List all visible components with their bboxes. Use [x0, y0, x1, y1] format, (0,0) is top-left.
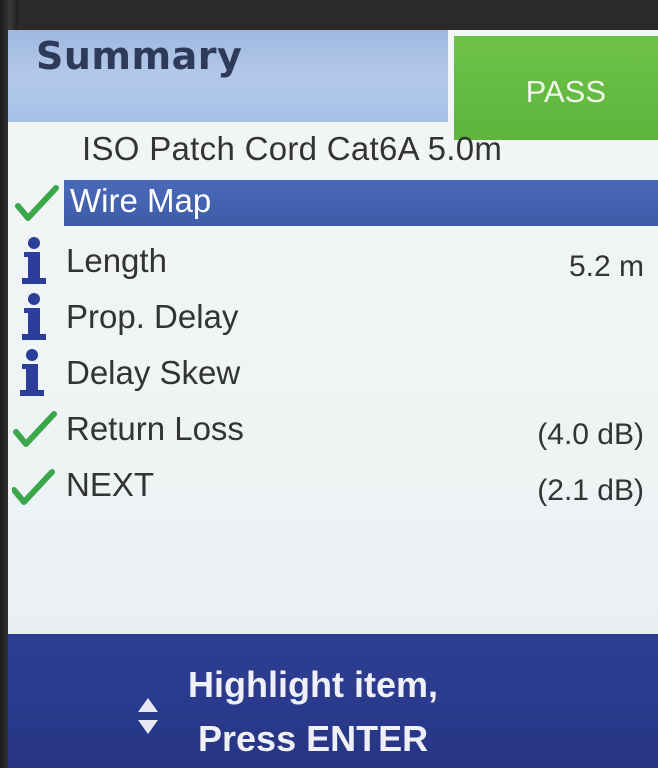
- pass-badge: PASS: [454, 36, 658, 140]
- cable-type-label: ISO Patch Cord Cat6A 5.0m: [82, 130, 503, 167]
- instruction-line-1: Highlight item,: [188, 664, 438, 705]
- test-row-return-loss[interactable]: Return Loss (4.0 dB): [8, 404, 658, 454]
- test-label: NEXT: [66, 466, 155, 503]
- info-icon: [20, 349, 44, 396]
- check-icon: [12, 469, 55, 505]
- summary-header: Summary PASS: [8, 30, 658, 140]
- tester-screen: Summary PASS ISO Patch Cord Cat6A 5.0m W…: [8, 30, 658, 768]
- test-label: Length: [66, 242, 167, 279]
- test-row-wire-map[interactable]: Wire Map: [8, 178, 658, 228]
- test-row-delay-skew[interactable]: Delay Skew: [8, 348, 658, 398]
- test-label: Delay Skew: [66, 354, 241, 391]
- instruction-line-2: Press ENTER: [198, 718, 429, 759]
- page-title: Summary: [36, 34, 243, 78]
- header-title-bar: Summary: [8, 30, 448, 122]
- test-label: Prop. Delay: [66, 298, 239, 335]
- test-row-prop-delay[interactable]: Prop. Delay: [8, 292, 658, 342]
- check-icon: [15, 185, 59, 221]
- instruction-footer: Highlight item, Press ENTER: [8, 634, 658, 768]
- test-row-next[interactable]: NEXT (2.1 dB): [8, 460, 658, 510]
- test-value: (4.0 dB): [537, 418, 644, 451]
- test-label: Return Loss: [66, 410, 244, 447]
- info-icon: [22, 237, 46, 284]
- test-value: 5.2 m: [568, 250, 644, 283]
- test-value: (2.1 dB): [537, 474, 644, 507]
- test-label: Wire Map: [70, 182, 212, 219]
- check-icon: [13, 411, 57, 447]
- up-down-arrows-icon: [138, 698, 158, 734]
- test-row-length[interactable]: Length 5.2 m: [8, 236, 658, 286]
- info-icon: [22, 293, 46, 340]
- result-label: PASS: [525, 74, 606, 109]
